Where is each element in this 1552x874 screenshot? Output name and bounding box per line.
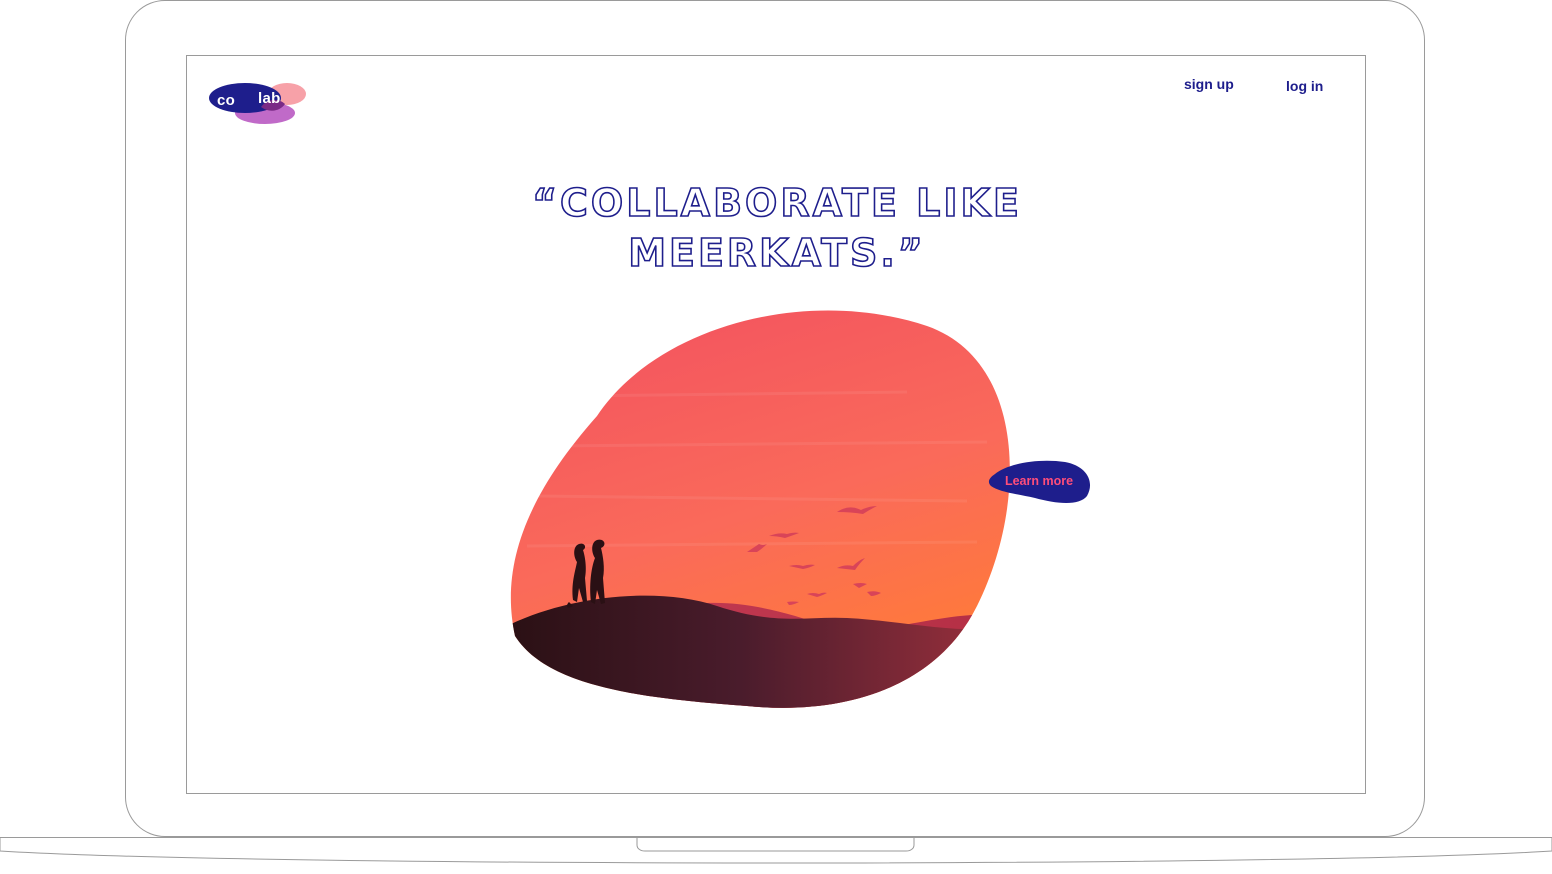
- laptop-base-icon: [0, 837, 1552, 864]
- colab-logo[interactable]: co lab: [209, 80, 309, 128]
- website-screen: co lab sign up log in “COLLABORATE LIKE …: [186, 55, 1366, 794]
- headline-svg: “COLLABORATE LIKE MEERKATS.”: [531, 180, 1022, 276]
- headline-line-1: “COLLABORATE LIKE: [532, 181, 1022, 225]
- meerkats-sunset-icon: [510, 310, 1010, 708]
- log-in-link[interactable]: log in: [1286, 78, 1323, 94]
- learn-more-label: Learn more: [1004, 474, 1074, 488]
- laptop-base: [0, 837, 1552, 874]
- laptop-mockup: co lab sign up log in “COLLABORATE LIKE …: [0, 0, 1552, 874]
- hero-headline: “COLLABORATE LIKE MEERKATS.”: [187, 178, 1365, 278]
- sign-up-link[interactable]: sign up: [1184, 76, 1234, 92]
- logo-text-co: co: [217, 92, 236, 109]
- headline-line-2: MEERKATS.”: [628, 231, 926, 275]
- logo-text-lab: lab: [258, 90, 281, 107]
- hero-illustration: [507, 306, 1027, 716]
- learn-more-button[interactable]: Learn more: [987, 460, 1093, 506]
